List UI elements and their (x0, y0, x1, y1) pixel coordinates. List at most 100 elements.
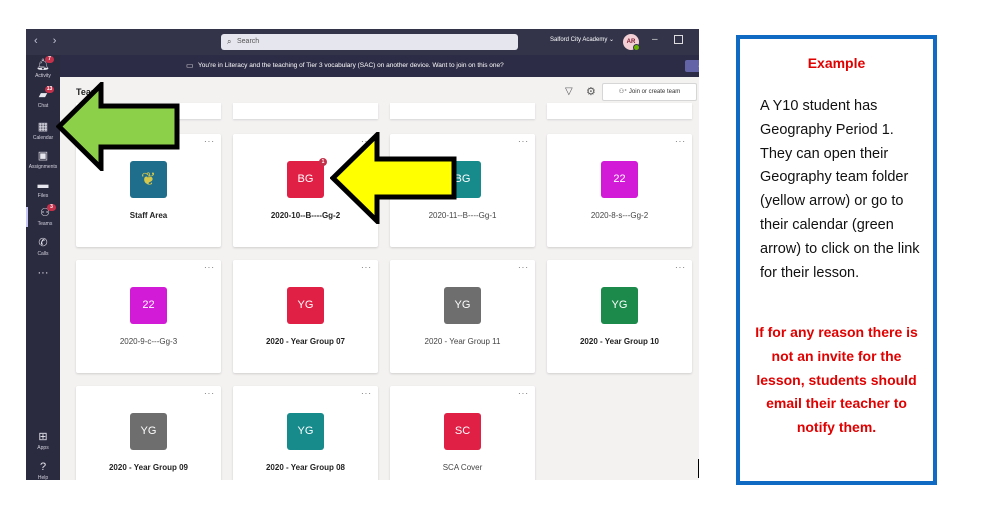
search-icon: ⌕ (227, 37, 232, 46)
bell-icon: 🔔︎ (36, 59, 50, 71)
sidebar-item-calendar[interactable]: ▦ Calendar (26, 121, 60, 141)
sidebar-item-apps[interactable]: ⊞ Apps (26, 431, 60, 451)
notification-badge: 3 (47, 204, 56, 211)
search-input[interactable]: ⌕ Search (221, 34, 518, 50)
search-placeholder: Search (237, 38, 260, 45)
green-arrow (56, 82, 180, 171)
assignments-icon: ▣ (37, 150, 49, 162)
phone-icon: ✆ (38, 237, 48, 249)
sidebar-item-assignments[interactable]: ▣ Assignments (26, 150, 60, 170)
help-icon: ? (39, 461, 47, 473)
team-card[interactable]: ··· 22 2020-8-s---Gg-2 (547, 134, 692, 247)
notification-badge: 13 (45, 86, 54, 93)
sidebar-item-files[interactable]: ▬ Files (26, 179, 60, 199)
sidebar-item-label: Calendar (32, 135, 54, 141)
sidebar-item-teams[interactable]: ⚇ 3 Teams (26, 204, 62, 227)
notification-badge: 7 (45, 56, 54, 63)
presence-available-icon (633, 44, 640, 51)
divider-line (698, 459, 699, 478)
team-initials: YG (297, 425, 314, 437)
team-card[interactable]: ··· YG 2020 - Year Group 11 (390, 260, 535, 373)
team-avatar: 22 (601, 161, 638, 198)
team-avatar: BG 1 (287, 158, 327, 198)
team-card[interactable]: ··· SC SCA Cover (390, 386, 535, 480)
sidebar-item-help[interactable]: ? Help (26, 461, 60, 480)
team-avatar: YG (444, 287, 481, 324)
org-switcher[interactable]: Salford City Academy ⌄ (550, 36, 614, 43)
files-icon: ▬ (37, 179, 49, 191)
add-people-icon: ⚇⁺ (618, 89, 629, 95)
team-avatar: YG (287, 287, 324, 324)
sidebar-item-activity[interactable]: 🔔︎ 7 Activity (26, 56, 60, 79)
sidebar-item-label: Help (37, 475, 49, 480)
team-name: SCA Cover (442, 463, 483, 472)
team-avatar: YG (601, 287, 638, 324)
apps-icon: ⊞ (38, 431, 48, 443)
calendar-icon: ▦ (37, 121, 49, 133)
maximize-icon[interactable] (674, 35, 683, 44)
sidebar-item-calls[interactable]: ✆ Calls (26, 237, 60, 257)
join-create-label: Join or create team (628, 89, 681, 95)
more-options-icon[interactable]: ··· (204, 137, 215, 146)
more-options-icon[interactable]: ··· (675, 137, 686, 146)
more-options-icon[interactable]: ··· (518, 389, 529, 398)
title-bar: ‹ › ⌕ Search Salford City Academy ⌄ AR – (26, 29, 699, 55)
team-name: 2020 - Year Group 08 (265, 463, 345, 472)
sidebar-item-label: Calls (37, 251, 49, 257)
more-options-icon[interactable]: ··· (204, 389, 215, 398)
avatar[interactable]: AR (623, 34, 640, 51)
textbox-body: A Y10 student has Geography Period 1. Th… (760, 98, 920, 281)
team-card[interactable]: ··· 22 2020-9-c---Gg-3 (76, 260, 221, 373)
example-textbox: Example A Y10 student has Geography Peri… (736, 35, 937, 485)
team-initials: BG (297, 173, 314, 185)
teams-icon: ⚇ (40, 207, 50, 219)
minimize-icon[interactable]: – (652, 34, 658, 45)
join-meeting-button[interactable]: Join (685, 60, 699, 72)
team-card-partial[interactable] (547, 103, 692, 119)
sidebar-item-chat[interactable]: ▰ 13 Chat (26, 86, 60, 109)
more-options-icon[interactable]: ··· (361, 389, 372, 398)
team-card-partial[interactable] (233, 103, 378, 119)
team-name: 2020 - Year Group 11 (424, 337, 501, 346)
gear-icon[interactable]: ⚙ (586, 85, 596, 98)
yellow-arrow-shape (330, 132, 457, 224)
banner-message: You're in Literacy and the teaching of T… (198, 62, 504, 69)
sidebar-item-label: Files (37, 193, 49, 199)
join-or-create-team-button[interactable]: ⚇⁺ Join or create team (602, 83, 697, 101)
team-card[interactable]: ··· YG 2020 - Year Group 07 (233, 260, 378, 373)
team-name: 2020 - Year Group 10 (579, 337, 659, 346)
team-name: Staff Area (129, 211, 168, 220)
team-name: 2020-9-c---Gg-3 (119, 337, 178, 346)
back-forward-icon[interactable]: ‹ › (34, 35, 62, 47)
laurel-icon: ❦ (140, 169, 157, 189)
team-card[interactable]: ··· YG 2020 - Year Group 10 (547, 260, 692, 373)
team-card[interactable]: ··· YG 2020 - Year Group 08 (233, 386, 378, 480)
team-name: 2020 - Year Group 09 (108, 463, 188, 472)
more-options-icon[interactable]: ··· (204, 263, 215, 272)
textbox-note: If for any reason there is not an invite… (755, 324, 918, 436)
team-card-partial[interactable] (390, 103, 535, 119)
textbox-heading: Example (807, 55, 866, 71)
yellow-arrow (330, 132, 457, 224)
app-bar: 🔔︎ 7 Activity ▰ 13 Chat ▦ Calendar ▣ Assignments ▬… (26, 55, 60, 480)
sidebar-item-label: Chat (37, 103, 49, 109)
chat-icon: ▰ (38, 89, 48, 101)
green-arrow-shape (56, 82, 180, 171)
team-name: 2020 - Year Group 07 (265, 337, 345, 346)
other-device-banner: ▭ You're in Literacy and the teaching of… (60, 55, 699, 77)
more-options-icon[interactable]: ··· (518, 137, 529, 146)
more-options-icon[interactable]: ··· (518, 263, 529, 272)
team-card[interactable]: ··· YG 2020 - Year Group 09 (76, 386, 221, 480)
team-avatar: SC (444, 413, 481, 450)
filter-icon[interactable]: ▽ (565, 86, 573, 97)
team-initials: YG (611, 299, 628, 311)
sidebar-item-label: Assignments (28, 164, 58, 170)
sidebar-item-label: Activity (35, 73, 51, 79)
device-icon: ▭ (186, 61, 194, 70)
sidebar-item-more[interactable]: ··· (26, 267, 60, 279)
notification-badge: 1 (319, 158, 327, 166)
sidebar-item-label: Apps (37, 445, 49, 451)
sidebar-item-label: Teams (37, 221, 53, 227)
more-options-icon[interactable]: ··· (675, 263, 686, 272)
more-options-icon[interactable]: ··· (361, 263, 372, 272)
